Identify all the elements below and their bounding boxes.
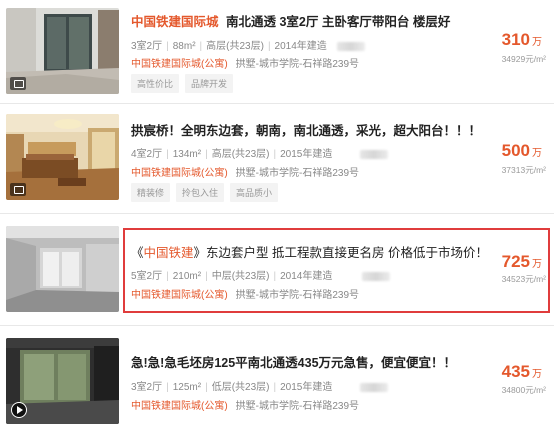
price-amount: 500 (501, 141, 530, 160)
listing-attributes: 4室2厅 | 134m² | 高层(共23层) | 2015年建造 (131, 145, 389, 160)
price-amount: 435 (501, 362, 530, 381)
tag-list: 高性价比 品牌开发 (131, 74, 239, 93)
built-year-text: 2014年建造 (274, 41, 327, 52)
listing-attributes: 3室2厅 | 88m² | 高层(共23层) | 2014年建造 (131, 37, 365, 52)
built-year-text: 2015年建造 (280, 382, 333, 393)
floor-text: 低层(共23层) (211, 382, 270, 393)
location-text: 拱墅-城市学院-石祥路239号 (235, 401, 360, 412)
layout-text: 3室2厅 (131, 382, 163, 393)
title-text: 南北通透 3室2厅 主卧客厅带阳台 楼层好 (226, 15, 451, 29)
area-text: 125m² (172, 382, 202, 393)
price-unit: 万 (532, 148, 542, 159)
location-text: 拱墅-城市学院-石祥路239号 (235, 59, 360, 70)
price-amount: 310 (501, 30, 530, 49)
title-highlight: 中国铁建国际城 (131, 15, 219, 29)
listing-attributes: 3室2厅 | 125m² | 低层(共23层) | 2015年建造 (131, 378, 389, 393)
video-play-icon[interactable] (11, 402, 27, 418)
unit-price: 34929元/m² (501, 54, 546, 64)
listing-title[interactable]: 急!急!急毛坯房125平南北通透435万元急售，便宜便宜！！ (131, 352, 456, 371)
built-year-text: 2015年建造 (280, 149, 333, 160)
total-price: 500 万 (502, 141, 542, 161)
listing-photo[interactable] (6, 338, 119, 424)
selection-highlight-box (123, 228, 550, 313)
title-text: 拱宸桥！全明东边套，朝南，南北通透，采光，超大阳台！！！ (131, 124, 482, 138)
price-unit: 万 (532, 37, 542, 48)
total-price: 435 万 (502, 362, 542, 382)
total-price: 310 万 (502, 30, 542, 50)
redacted-field (360, 382, 389, 392)
listing-title[interactable]: 拱宸桥！全明东边套，朝南，南北通透，采光，超大阳台！！！ (131, 120, 481, 139)
listing-card[interactable]: 中国铁建国际城 南北通透 3室2厅 主卧客厅带阳台 楼层好 3室2厅 | 88m² |… (0, 0, 554, 104)
community-link[interactable]: 中国铁建国际城(公寓) (131, 401, 228, 412)
feature-tag: 高性价比 (131, 74, 180, 93)
listing-title[interactable]: 中国铁建国际城 南北通透 3室2厅 主卧客厅带阳台 楼层好 (131, 11, 450, 30)
photo-icon (10, 77, 26, 90)
feature-tag: 品牌开发 (185, 74, 234, 93)
community-link[interactable]: 中国铁建国际城(公寓) (131, 168, 228, 179)
photo-icon (10, 183, 26, 196)
redacted-field (336, 41, 365, 51)
listing-address: 中国铁建国际城(公寓) 拱墅-城市学院-石祥路239号 (131, 164, 359, 179)
floor-text: 高层(共23层) (211, 149, 270, 160)
title-text: 急!急!急毛坯房125平南北通透435万元急售，便宜便宜！！ (131, 356, 457, 370)
unit-price: 34800元/m² (501, 385, 546, 395)
price-unit: 万 (532, 369, 542, 380)
tag-list: 精装修 拎包入住 高品质小 (131, 183, 284, 202)
feature-tag: 高品质小 (230, 183, 279, 202)
floor-text: 高层(共23层) (206, 41, 264, 52)
listing-photo[interactable] (6, 114, 119, 200)
feature-tag: 拎包入住 (176, 183, 225, 202)
listing-photo[interactable] (6, 226, 119, 312)
listing-photo[interactable] (6, 8, 119, 94)
listing-card[interactable]: 急!急!急毛坯房125平南北通透435万元急售，便宜便宜！！ 3室2厅 | 125m… (0, 326, 554, 428)
listing-address: 中国铁建国际城(公寓) 拱墅-城市学院-石祥路239号 (131, 55, 359, 70)
redacted-field (360, 149, 389, 159)
community-link[interactable]: 中国铁建国际城(公寓) (131, 59, 228, 70)
area-text: 88m² (172, 41, 196, 52)
layout-text: 4室2厅 (131, 149, 163, 160)
listing-card[interactable]: 拱宸桥！全明东边套，朝南，南北通透，采光，超大阳台！！！ 4室2厅 | 134m² |… (0, 104, 554, 214)
layout-text: 3室2厅 (131, 41, 163, 52)
area-text: 134m² (172, 149, 202, 160)
unit-price: 37313元/m² (501, 165, 546, 175)
feature-tag: 精装修 (131, 183, 171, 202)
listing-address: 中国铁建国际城(公寓) 拱墅-城市学院-石祥路239号 (131, 397, 359, 412)
location-text: 拱墅-城市学院-石祥路239号 (235, 168, 360, 179)
